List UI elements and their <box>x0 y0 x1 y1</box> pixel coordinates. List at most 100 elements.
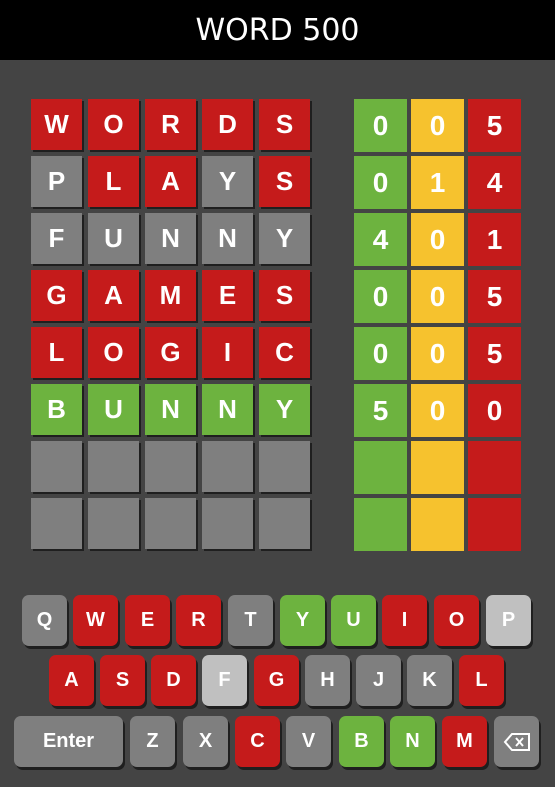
score-green-cell: 0 <box>354 156 407 209</box>
board-tile: O <box>88 327 139 378</box>
score-yellow-cell: 0 <box>411 270 464 323</box>
key-label: G <box>268 669 285 691</box>
key-label: H <box>320 669 335 691</box>
key-i[interactable]: I <box>382 595 427 646</box>
key-label: Enter <box>42 730 95 752</box>
key-h[interactable]: H <box>305 655 350 706</box>
board-tile <box>31 498 82 549</box>
key-o[interactable]: O <box>434 595 479 646</box>
key-m[interactable]: M <box>442 716 487 767</box>
board-tile <box>145 498 196 549</box>
key-label: P <box>501 609 516 631</box>
key-label: O <box>448 609 465 631</box>
key-label: C <box>250 730 265 752</box>
key-label: U <box>346 609 361 631</box>
board-tile: G <box>31 270 82 321</box>
score-red-cell <box>468 498 521 551</box>
board-tile: A <box>145 156 196 207</box>
key-label: V <box>301 730 316 752</box>
board-tile: Y <box>259 384 310 435</box>
board-tile: U <box>88 384 139 435</box>
key-label: B <box>354 730 369 752</box>
key-q[interactable]: Q <box>22 595 67 646</box>
board-tile <box>259 441 310 492</box>
score-yellow-cell <box>411 498 464 551</box>
game-title: WORD 500 <box>195 12 360 48</box>
key-label: R <box>191 609 206 631</box>
score-red-cell <box>468 441 521 494</box>
score-yellow-cell: 0 <box>411 213 464 266</box>
key-e[interactable]: E <box>125 595 170 646</box>
score-green-cell <box>354 498 407 551</box>
enter-key[interactable]: Enter <box>14 716 123 767</box>
score-green-cell: 0 <box>354 327 407 380</box>
score-red-cell: 4 <box>468 156 521 209</box>
board-tile <box>88 498 139 549</box>
key-label: Y <box>295 609 310 631</box>
board-tile: Y <box>259 213 310 264</box>
board-tile: Y <box>202 156 253 207</box>
key-d[interactable]: D <box>151 655 196 706</box>
board-tile: N <box>202 213 253 264</box>
board-tile: O <box>88 99 139 150</box>
key-u[interactable]: U <box>331 595 376 646</box>
key-g[interactable]: G <box>254 655 299 706</box>
board-tile: R <box>145 99 196 150</box>
board-tile: N <box>202 384 253 435</box>
backspace-key[interactable] <box>494 716 539 767</box>
key-j[interactable]: J <box>356 655 401 706</box>
key-label: I <box>401 609 408 631</box>
score-yellow-cell <box>411 441 464 494</box>
board-tile: I <box>202 327 253 378</box>
board-tile: A <box>88 270 139 321</box>
board-tile: B <box>31 384 82 435</box>
key-z[interactable]: Z <box>130 716 175 767</box>
score-yellow-cell: 0 <box>411 327 464 380</box>
key-label: E <box>140 609 155 631</box>
score-green-cell <box>354 441 407 494</box>
key-y[interactable]: Y <box>280 595 325 646</box>
board-tile: C <box>259 327 310 378</box>
key-label: W <box>86 609 105 631</box>
key-label: S <box>115 669 130 691</box>
key-t[interactable]: T <box>228 595 273 646</box>
key-v[interactable]: V <box>286 716 331 767</box>
board-tile <box>202 498 253 549</box>
key-b[interactable]: B <box>339 716 384 767</box>
board-tile: S <box>259 156 310 207</box>
score-red-cell: 5 <box>468 270 521 323</box>
key-r[interactable]: R <box>176 595 221 646</box>
key-w[interactable]: W <box>73 595 118 646</box>
key-n[interactable]: N <box>390 716 435 767</box>
board-tile: S <box>259 99 310 150</box>
score-red-cell: 5 <box>468 99 521 152</box>
key-label: Z <box>146 730 159 752</box>
board-tile: S <box>259 270 310 321</box>
key-a[interactable]: A <box>49 655 94 706</box>
score-green-cell: 4 <box>354 213 407 266</box>
key-p[interactable]: P <box>486 595 531 646</box>
key-label: N <box>405 730 420 752</box>
score-green-cell: 0 <box>354 270 407 323</box>
key-label: L <box>475 669 488 691</box>
score-yellow-cell: 0 <box>411 99 464 152</box>
board-tile: G <box>145 327 196 378</box>
score-red-cell: 5 <box>468 327 521 380</box>
board-tile <box>31 441 82 492</box>
score-green-cell: 5 <box>354 384 407 437</box>
key-f[interactable]: F <box>202 655 247 706</box>
key-x[interactable]: X <box>183 716 228 767</box>
key-k[interactable]: K <box>407 655 452 706</box>
board-tile: F <box>31 213 82 264</box>
key-l[interactable]: L <box>459 655 504 706</box>
key-label: F <box>218 669 231 691</box>
board-tile: M <box>145 270 196 321</box>
key-c[interactable]: C <box>235 716 280 767</box>
score-red-cell: 1 <box>468 213 521 266</box>
key-s[interactable]: S <box>100 655 145 706</box>
board-tile: W <box>31 99 82 150</box>
board-tile: L <box>31 327 82 378</box>
key-label: M <box>456 730 473 752</box>
board-tile: P <box>31 156 82 207</box>
score-yellow-cell: 0 <box>411 384 464 437</box>
